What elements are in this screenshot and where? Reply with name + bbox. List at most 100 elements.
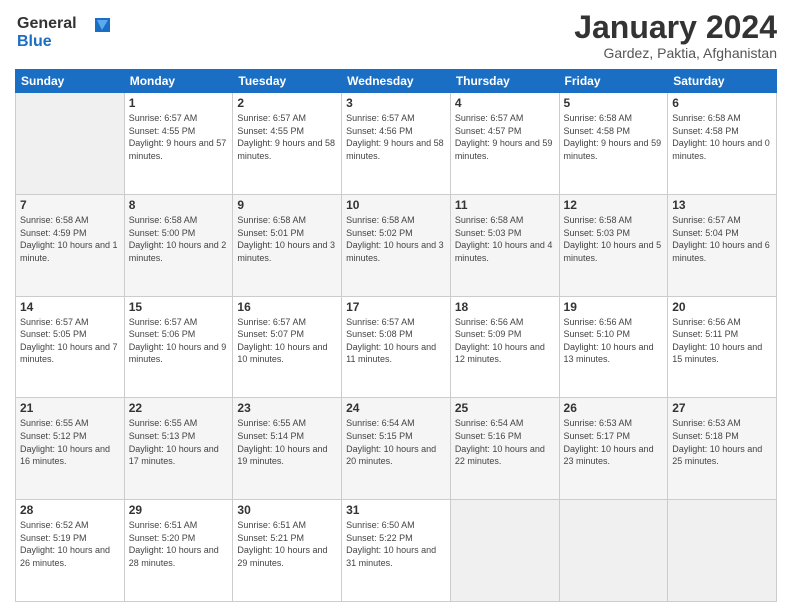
day-info: Sunrise: 6:53 AM Sunset: 5:18 PM Dayligh… bbox=[672, 417, 772, 467]
sunrise: Sunrise: 6:57 AM bbox=[237, 112, 337, 125]
sunset: Sunset: 5:05 PM bbox=[20, 328, 120, 341]
sunrise: Sunrise: 6:54 AM bbox=[455, 417, 555, 430]
sunset: Sunset: 5:03 PM bbox=[564, 227, 664, 240]
day-number: 9 bbox=[237, 198, 337, 212]
sunrise: Sunrise: 6:58 AM bbox=[455, 214, 555, 227]
day-info: Sunrise: 6:55 AM Sunset: 5:13 PM Dayligh… bbox=[129, 417, 229, 467]
calendar-cell bbox=[16, 93, 125, 195]
calendar-cell: 7 Sunrise: 6:58 AM Sunset: 4:59 PM Dayli… bbox=[16, 194, 125, 296]
calendar-cell: 4 Sunrise: 6:57 AM Sunset: 4:57 PM Dayli… bbox=[450, 93, 559, 195]
daylight: Daylight: 10 hours and 3 minutes. bbox=[237, 239, 337, 264]
sunrise: Sunrise: 6:57 AM bbox=[346, 112, 446, 125]
day-number: 14 bbox=[20, 300, 120, 314]
col-sunday: Sunday bbox=[16, 70, 125, 93]
sunset: Sunset: 5:00 PM bbox=[129, 227, 229, 240]
calendar-cell: 20 Sunrise: 6:56 AM Sunset: 5:11 PM Dayl… bbox=[668, 296, 777, 398]
day-number: 25 bbox=[455, 401, 555, 415]
sunset: Sunset: 4:57 PM bbox=[455, 125, 555, 138]
sunrise: Sunrise: 6:58 AM bbox=[129, 214, 229, 227]
calendar-cell: 11 Sunrise: 6:58 AM Sunset: 5:03 PM Dayl… bbox=[450, 194, 559, 296]
day-info: Sunrise: 6:56 AM Sunset: 5:10 PM Dayligh… bbox=[564, 316, 664, 366]
daylight: Daylight: 10 hours and 2 minutes. bbox=[129, 239, 229, 264]
daylight: Daylight: 10 hours and 29 minutes. bbox=[237, 544, 337, 569]
sunrise: Sunrise: 6:56 AM bbox=[455, 316, 555, 329]
week-row-3: 21 Sunrise: 6:55 AM Sunset: 5:12 PM Dayl… bbox=[16, 398, 777, 500]
sunset: Sunset: 5:18 PM bbox=[672, 430, 772, 443]
daylight: Daylight: 10 hours and 10 minutes. bbox=[237, 341, 337, 366]
sunrise: Sunrise: 6:58 AM bbox=[564, 112, 664, 125]
day-number: 23 bbox=[237, 401, 337, 415]
calendar-cell bbox=[450, 500, 559, 602]
sunrise: Sunrise: 6:53 AM bbox=[564, 417, 664, 430]
day-number: 20 bbox=[672, 300, 772, 314]
sunrise: Sunrise: 6:57 AM bbox=[455, 112, 555, 125]
sunset: Sunset: 5:04 PM bbox=[672, 227, 772, 240]
sunrise: Sunrise: 6:55 AM bbox=[237, 417, 337, 430]
calendar-cell: 25 Sunrise: 6:54 AM Sunset: 5:16 PM Dayl… bbox=[450, 398, 559, 500]
page: General Blue January 2024 Gardez, Paktia… bbox=[0, 0, 792, 612]
logo: General Blue bbox=[15, 10, 125, 57]
daylight: Daylight: 10 hours and 25 minutes. bbox=[672, 443, 772, 468]
day-info: Sunrise: 6:52 AM Sunset: 5:19 PM Dayligh… bbox=[20, 519, 120, 569]
daylight: Daylight: 10 hours and 12 minutes. bbox=[455, 341, 555, 366]
calendar-cell: 6 Sunrise: 6:58 AM Sunset: 4:58 PM Dayli… bbox=[668, 93, 777, 195]
daylight: Daylight: 10 hours and 22 minutes. bbox=[455, 443, 555, 468]
calendar-cell: 29 Sunrise: 6:51 AM Sunset: 5:20 PM Dayl… bbox=[124, 500, 233, 602]
sunrise: Sunrise: 6:55 AM bbox=[20, 417, 120, 430]
sunset: Sunset: 5:22 PM bbox=[346, 532, 446, 545]
calendar-cell: 9 Sunrise: 6:58 AM Sunset: 5:01 PM Dayli… bbox=[233, 194, 342, 296]
day-number: 24 bbox=[346, 401, 446, 415]
sunrise: Sunrise: 6:58 AM bbox=[237, 214, 337, 227]
day-number: 11 bbox=[455, 198, 555, 212]
day-info: Sunrise: 6:54 AM Sunset: 5:16 PM Dayligh… bbox=[455, 417, 555, 467]
daylight: Daylight: 10 hours and 26 minutes. bbox=[20, 544, 120, 569]
day-info: Sunrise: 6:58 AM Sunset: 5:01 PM Dayligh… bbox=[237, 214, 337, 264]
sunset: Sunset: 5:09 PM bbox=[455, 328, 555, 341]
day-info: Sunrise: 6:57 AM Sunset: 4:57 PM Dayligh… bbox=[455, 112, 555, 162]
day-info: Sunrise: 6:57 AM Sunset: 4:56 PM Dayligh… bbox=[346, 112, 446, 162]
day-number: 18 bbox=[455, 300, 555, 314]
daylight: Daylight: 9 hours and 58 minutes. bbox=[237, 137, 337, 162]
sunrise: Sunrise: 6:57 AM bbox=[129, 112, 229, 125]
calendar-cell: 21 Sunrise: 6:55 AM Sunset: 5:12 PM Dayl… bbox=[16, 398, 125, 500]
calendar-cell: 19 Sunrise: 6:56 AM Sunset: 5:10 PM Dayl… bbox=[559, 296, 668, 398]
calendar-cell: 1 Sunrise: 6:57 AM Sunset: 4:55 PM Dayli… bbox=[124, 93, 233, 195]
day-number: 2 bbox=[237, 96, 337, 110]
daylight: Daylight: 9 hours and 59 minutes. bbox=[455, 137, 555, 162]
day-info: Sunrise: 6:58 AM Sunset: 5:02 PM Dayligh… bbox=[346, 214, 446, 264]
daylight: Daylight: 10 hours and 15 minutes. bbox=[672, 341, 772, 366]
day-number: 19 bbox=[564, 300, 664, 314]
day-number: 6 bbox=[672, 96, 772, 110]
calendar-cell: 14 Sunrise: 6:57 AM Sunset: 5:05 PM Dayl… bbox=[16, 296, 125, 398]
calendar-cell: 15 Sunrise: 6:57 AM Sunset: 5:06 PM Dayl… bbox=[124, 296, 233, 398]
day-info: Sunrise: 6:51 AM Sunset: 5:20 PM Dayligh… bbox=[129, 519, 229, 569]
header: General Blue January 2024 Gardez, Paktia… bbox=[15, 10, 777, 61]
sunrise: Sunrise: 6:54 AM bbox=[346, 417, 446, 430]
daylight: Daylight: 10 hours and 13 minutes. bbox=[564, 341, 664, 366]
calendar-cell bbox=[559, 500, 668, 602]
day-info: Sunrise: 6:54 AM Sunset: 5:15 PM Dayligh… bbox=[346, 417, 446, 467]
sunrise: Sunrise: 6:57 AM bbox=[20, 316, 120, 329]
col-thursday: Thursday bbox=[450, 70, 559, 93]
daylight: Daylight: 10 hours and 5 minutes. bbox=[564, 239, 664, 264]
day-info: Sunrise: 6:57 AM Sunset: 5:06 PM Dayligh… bbox=[129, 316, 229, 366]
calendar-cell: 5 Sunrise: 6:58 AM Sunset: 4:58 PM Dayli… bbox=[559, 93, 668, 195]
sunset: Sunset: 4:55 PM bbox=[237, 125, 337, 138]
calendar-title: January 2024 bbox=[574, 10, 777, 45]
col-saturday: Saturday bbox=[668, 70, 777, 93]
calendar-cell: 10 Sunrise: 6:58 AM Sunset: 5:02 PM Dayl… bbox=[342, 194, 451, 296]
daylight: Daylight: 10 hours and 6 minutes. bbox=[672, 239, 772, 264]
day-number: 27 bbox=[672, 401, 772, 415]
daylight: Daylight: 10 hours and 7 minutes. bbox=[20, 341, 120, 366]
calendar-cell: 13 Sunrise: 6:57 AM Sunset: 5:04 PM Dayl… bbox=[668, 194, 777, 296]
daylight: Daylight: 10 hours and 11 minutes. bbox=[346, 341, 446, 366]
sunset: Sunset: 5:14 PM bbox=[237, 430, 337, 443]
sunrise: Sunrise: 6:58 AM bbox=[672, 112, 772, 125]
sunset: Sunset: 5:10 PM bbox=[564, 328, 664, 341]
day-info: Sunrise: 6:57 AM Sunset: 5:08 PM Dayligh… bbox=[346, 316, 446, 366]
calendar-cell: 22 Sunrise: 6:55 AM Sunset: 5:13 PM Dayl… bbox=[124, 398, 233, 500]
day-info: Sunrise: 6:55 AM Sunset: 5:14 PM Dayligh… bbox=[237, 417, 337, 467]
day-number: 5 bbox=[564, 96, 664, 110]
daylight: Daylight: 9 hours and 57 minutes. bbox=[129, 137, 229, 162]
sunset: Sunset: 5:11 PM bbox=[672, 328, 772, 341]
